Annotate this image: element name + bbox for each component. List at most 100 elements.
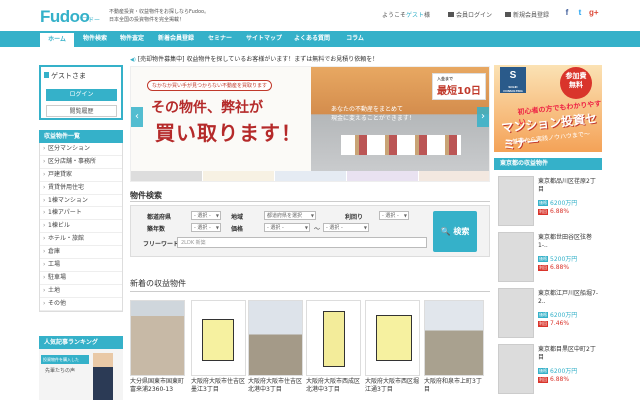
search-button[interactable]: 🔍 検索 (433, 211, 477, 252)
age-select[interactable]: - 選択 - (191, 223, 221, 232)
main-banner[interactable]: なかなか買い手が見つからない不動産を買取ります その物件、弊社が 買い取ります！… (130, 66, 490, 182)
category-item[interactable]: 駐車場 (40, 272, 122, 285)
tokyo-property[interactable]: 東京都目黒区中町2丁目 価格 6200万円 利回 6.88% (494, 340, 602, 396)
search-button-label: 検索 (453, 227, 470, 236)
category-item[interactable]: 土地 (40, 285, 122, 298)
property-image (424, 300, 484, 376)
category-item[interactable]: 1棟アパート (40, 207, 122, 221)
welcome-suffix: 様 (424, 12, 431, 19)
property-card[interactable]: 大阪府大阪市住吉区墨江3丁目 (191, 300, 246, 400)
tokyo-price: 価格 6200万円 (538, 198, 577, 207)
property-card[interactable]: 大阪府和泉市上町3丁目 (424, 300, 484, 400)
nav-register[interactable]: 新着会員登録 (153, 31, 199, 47)
banner-thumb[interactable] (275, 171, 347, 181)
property-image (130, 300, 185, 376)
lot-plan (202, 319, 234, 361)
banner-thumb[interactable] (131, 171, 203, 181)
label-price: 価格 (231, 226, 244, 233)
category-item[interactable]: 区分店舗・事務所 (40, 156, 122, 169)
solid-logo: S SOLID CONSULTING (500, 67, 526, 93)
category-item[interactable]: ホテル・旅館 (40, 233, 122, 247)
tokyo-property[interactable]: 東京都品川区荏原2丁目 価格 6200万円 利回 6.88% (494, 172, 602, 228)
yield-tag: 利回 (538, 264, 548, 271)
property-address: 大阪府大阪市住吉区北港中3丁目 (248, 378, 303, 393)
tokyo-address: 東京都品川区荏原2丁目 (538, 178, 596, 193)
tilde: 〜 (314, 226, 321, 233)
category-item[interactable]: 1棟マンション (40, 195, 122, 208)
property-card[interactable]: 大分県国東市国東町富来浦2360-13 (130, 300, 185, 400)
price-value: 6200万円 (550, 200, 578, 207)
tokyo-property[interactable]: 東京都江戸川区船堀7-2.. 価格 6200万円 利回 7.46% (494, 284, 602, 340)
days-label: 入金まで (437, 76, 453, 81)
nav-home[interactable]: ホーム (40, 31, 74, 47)
category-item[interactable]: 倉庫 (40, 246, 122, 260)
yield-value: 6.88% (550, 376, 570, 383)
category-item[interactable]: 工場 (40, 259, 122, 272)
banner-headline-2: 買い取ります！ (155, 121, 302, 145)
category-item[interactable]: 区分マンション (40, 143, 122, 156)
property-image (498, 176, 534, 226)
register-link[interactable]: 新規会員登録 (505, 10, 549, 19)
register-label: 新規会員登録 (513, 12, 550, 19)
banner-thumb[interactable] (203, 171, 275, 181)
price-max-select[interactable]: - 選択 - (323, 223, 369, 232)
price-value: 5200万円 (550, 256, 578, 263)
area-select[interactable]: 都道府県を選択 (264, 211, 316, 220)
property-card[interactable]: 大阪府大阪市西成区北港中3丁目 (306, 300, 361, 400)
welcome-prefix: ようこそ (382, 12, 407, 19)
property-card[interactable]: 大阪府大阪市西区堀江通3丁目 (365, 300, 420, 400)
banner-thumb[interactable] (419, 171, 489, 181)
tokyo-yield: 利回 6.88% (538, 208, 569, 215)
category-item[interactable]: その他 (40, 298, 122, 311)
lock-icon (448, 12, 454, 17)
nav-search[interactable]: 物件検索 (77, 31, 113, 47)
user-icon (505, 12, 511, 17)
nav-faq[interactable]: よくある質問 (290, 31, 334, 47)
search-icon: 🔍 (440, 227, 451, 236)
member-login-link[interactable]: 会員ログイン (448, 10, 492, 19)
banner-small-text: なかなか買い手が見つからない不動産を買取ります (147, 80, 273, 91)
label-yield: 利回り (345, 214, 364, 221)
tokyo-yield: 利回 7.46% (538, 320, 569, 327)
history-button[interactable]: 閲覧履歴 (46, 105, 117, 117)
yield-value: 6.88% (550, 264, 570, 271)
nav-assessment[interactable]: 物件査定 (114, 31, 150, 47)
property-image (498, 288, 534, 338)
banner-thumb[interactable] (347, 171, 419, 181)
prefecture-select[interactable]: - 選択 - (191, 211, 221, 220)
lot-plan (323, 311, 345, 367)
nav-sitemap[interactable]: サイトマップ (242, 31, 286, 47)
nav-seminar[interactable]: セミナー (203, 31, 237, 47)
tokyo-price: 価格 6200万円 (538, 310, 577, 319)
notice-text[interactable]: [売却物件募集中] 収益物件を探しているお客様がいます！まずは無料でお見積り依頼… (130, 54, 378, 63)
banner-prev-arrow[interactable]: ‹ (131, 107, 143, 127)
tokyo-property[interactable]: 東京都世田谷区弦巻1-.. 価格 5200万円 利回 6.88% (494, 228, 602, 284)
property-address: 大阪府大阪市西成区北港中3丁目 (306, 378, 361, 393)
property-address: 大分県国東市国東町富来浦2360-13 (130, 378, 185, 393)
yield-select[interactable]: - 選択 - (379, 211, 409, 220)
price-tag: 価格 (538, 311, 548, 318)
category-title: 収益物件一覧 (39, 130, 123, 143)
category-item[interactable]: 1棟ビル (40, 220, 122, 234)
banner-next-arrow[interactable]: › (477, 107, 489, 127)
price-tag: 価格 (538, 367, 548, 374)
price-value: 6200万円 (550, 368, 578, 375)
tokyo-address: 東京都世田谷区弦巻1-.. (538, 234, 593, 249)
facebook-icon[interactable]: f (563, 8, 571, 17)
property-image (191, 300, 246, 376)
freeword-input[interactable]: 2LDK 新築 (177, 237, 427, 248)
property-image (498, 232, 534, 282)
category-item[interactable]: 戸建貸家 (40, 169, 122, 182)
twitter-icon[interactable]: t (576, 8, 584, 17)
logo-company: SOLID CONSULTING (503, 85, 523, 93)
nav-column[interactable]: コラム (340, 31, 370, 47)
ranking-banner[interactable]: 投資物件を購入した 先輩たちの声 (39, 349, 123, 400)
search-box: 都道府県 - 選択 - 地域 都道府県を選択 利回り - 選択 - 築年数 - … (130, 205, 490, 257)
price-min-select[interactable]: - 選択 - (264, 223, 310, 232)
login-button[interactable]: ログイン (46, 89, 117, 101)
category-item[interactable]: 賃貸併用住宅 (40, 182, 122, 195)
seminar-ad[interactable]: S SOLID CONSULTING 参加費 無料 初心者の方でもわかりやすい マ… (494, 65, 602, 152)
logo-subtitle: フドー (82, 17, 101, 24)
google-plus-icon[interactable]: g+ (589, 8, 599, 17)
property-card[interactable]: 大阪府大阪市住吉区北港中3丁目 (248, 300, 303, 400)
